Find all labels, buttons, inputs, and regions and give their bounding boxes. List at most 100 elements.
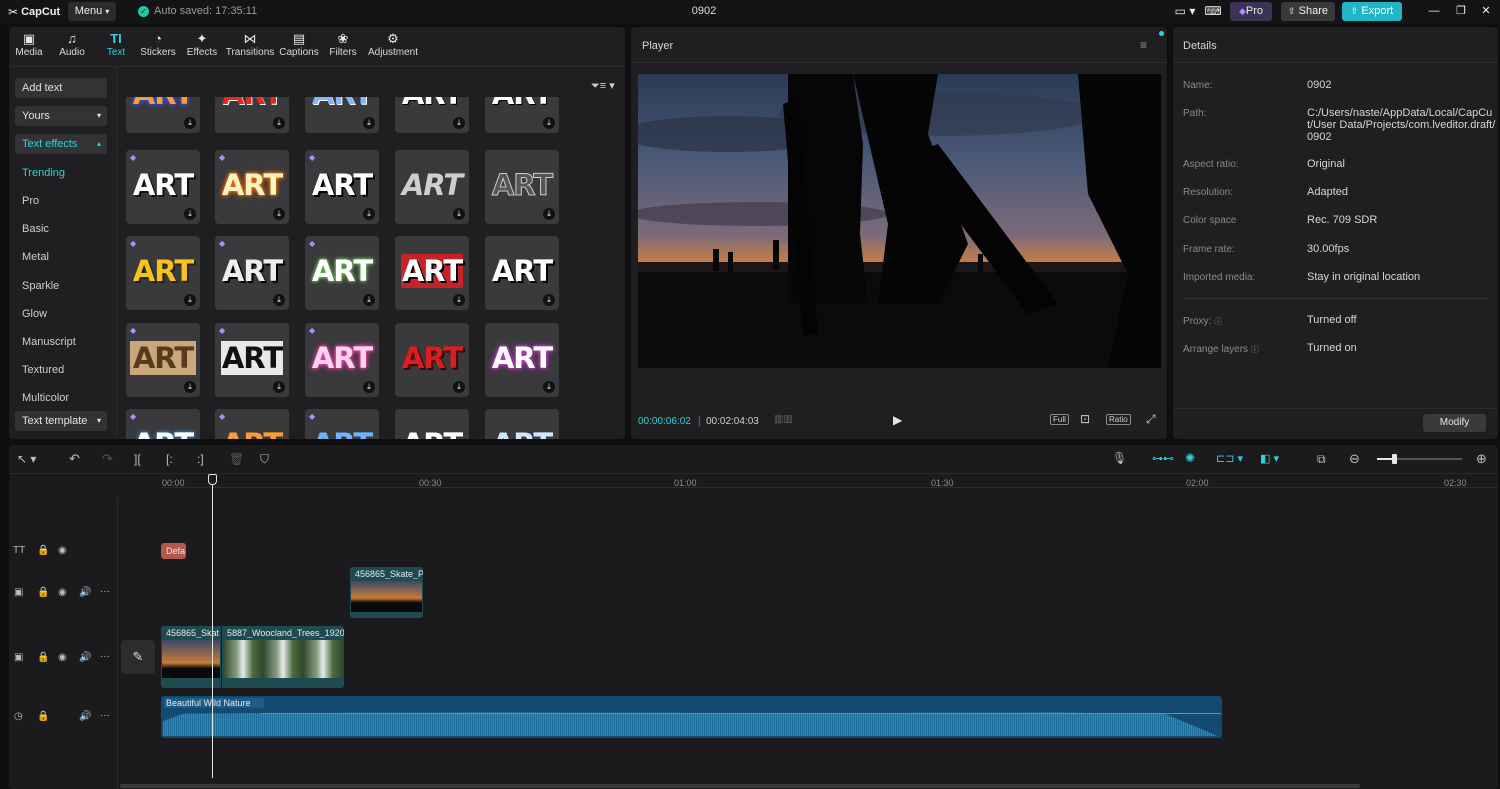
- effect-tile[interactable]: ◆ART: [215, 409, 289, 439]
- effect-tile[interactable]: ART⤓: [215, 97, 289, 133]
- zoom-slider[interactable]: [1377, 454, 1462, 464]
- lock-icon[interactable]: 🔒: [37, 587, 49, 598]
- full-quality-button[interactable]: Full: [1050, 414, 1069, 425]
- download-icon[interactable]: ⤓: [453, 294, 465, 306]
- shield-icon[interactable]: ⛉: [260, 452, 269, 467]
- effect-tile[interactable]: ART: [395, 409, 469, 439]
- effect-tile[interactable]: ART⤓: [485, 236, 559, 310]
- select-tool-icon[interactable]: ↖ ▾: [17, 452, 36, 466]
- timecode-grid-icon[interactable]: ▥▥: [774, 414, 793, 425]
- sidebar-item-glow[interactable]: Glow: [22, 308, 47, 320]
- effect-tile[interactable]: ◆ ART ⤓: [126, 150, 200, 224]
- effect-tile[interactable]: ART⤓: [395, 323, 469, 397]
- download-icon[interactable]: ⤓: [363, 117, 375, 129]
- effect-tile[interactable]: ◆ ART ⤓: [305, 323, 379, 397]
- download-icon[interactable]: ⤓: [363, 294, 375, 306]
- effect-tile[interactable]: ART⤓: [395, 150, 469, 224]
- add-text-button[interactable]: Add text: [15, 78, 107, 98]
- download-icon[interactable]: ⤓: [543, 294, 555, 306]
- share-button[interactable]: ⇪ Share: [1281, 2, 1335, 21]
- audio-clip[interactable]: Beautiful Wild Nature: [161, 696, 1222, 738]
- download-icon[interactable]: ⤓: [273, 294, 285, 306]
- sidebar-item-sparkle[interactable]: Sparkle: [22, 280, 59, 292]
- effect-tile[interactable]: ◆ ART ⤓: [215, 236, 289, 310]
- layout-icon[interactable]: ▭ ▾: [1170, 2, 1200, 21]
- effect-tile[interactable]: ART⤓: [305, 97, 379, 133]
- trim-left-icon[interactable]: [:: [166, 452, 173, 466]
- zoom-fit-icon[interactable]: ⊡: [1080, 412, 1090, 426]
- download-icon[interactable]: ⤓: [273, 117, 285, 129]
- more-icon[interactable]: ···: [100, 586, 110, 597]
- tab-captions[interactable]: ▤ Captions: [275, 31, 323, 58]
- effect-tile[interactable]: ◆ ART ⤓: [126, 323, 200, 397]
- yours-dropdown[interactable]: Yours ▾: [15, 106, 107, 126]
- eye-icon[interactable]: ◉: [58, 587, 67, 598]
- download-icon[interactable]: ⤓: [453, 381, 465, 393]
- tab-audio[interactable]: ♫ Audio: [48, 31, 96, 58]
- sidebar-item-manuscript[interactable]: Manuscript: [22, 336, 76, 348]
- download-icon[interactable]: ⤓: [363, 208, 375, 220]
- sidebar-item-basic[interactable]: Basic: [22, 223, 49, 235]
- effect-tile[interactable]: ◆ART: [305, 409, 379, 439]
- download-icon[interactable]: ⤓: [543, 117, 555, 129]
- effect-tile[interactable]: ◆ ART ⤓: [215, 150, 289, 224]
- playhead[interactable]: [208, 474, 217, 778]
- tab-transitions[interactable]: ⋈ Transitions: [225, 31, 275, 58]
- effect-tile[interactable]: ART: [485, 409, 559, 439]
- modify-button[interactable]: Modify: [1423, 414, 1486, 432]
- captions-toggle-icon[interactable]: ⧉: [1317, 452, 1326, 467]
- tab-filters[interactable]: ❀ Filters: [319, 31, 367, 58]
- more-icon[interactable]: ···: [100, 651, 110, 662]
- edit-cover-button[interactable]: ✎: [121, 640, 155, 674]
- effect-tile[interactable]: ◆ ART ⤓: [215, 323, 289, 397]
- ratio-button[interactable]: Ratio: [1106, 414, 1131, 425]
- tab-effects[interactable]: ✦ Effects: [178, 31, 226, 58]
- effect-tile[interactable]: ◆ ART ⤓: [305, 236, 379, 310]
- redo-icon[interactable]: ↷: [102, 451, 113, 467]
- sidebar-item-textured[interactable]: Textured: [22, 364, 64, 376]
- playhead-handle[interactable]: [208, 474, 217, 485]
- fullscreen-icon[interactable]: ⤢: [1146, 412, 1156, 427]
- info-icon[interactable]: ⓘ: [1251, 345, 1259, 354]
- filter-sort-icon[interactable]: ⏷≡ ▾: [591, 79, 615, 93]
- minimize-button[interactable]: —: [1424, 2, 1444, 21]
- download-icon[interactable]: ⤓: [363, 381, 375, 393]
- effect-tile[interactable]: ART⤓: [485, 97, 559, 133]
- delete-icon[interactable]: 🗑: [229, 452, 244, 466]
- pro-button[interactable]: ◆Pro: [1230, 2, 1272, 21]
- download-icon[interactable]: ⤓: [184, 294, 196, 306]
- zoom-out-icon[interactable]: ⊖: [1349, 451, 1360, 467]
- effect-tile[interactable]: ART⤓: [395, 97, 469, 133]
- lock-icon[interactable]: 🔒: [37, 711, 49, 722]
- maximize-button[interactable]: ❐: [1451, 2, 1471, 21]
- link-clips-icon[interactable]: ⊶⊷: [1152, 452, 1174, 465]
- tab-media[interactable]: ▣ Media: [5, 31, 53, 58]
- magnet-icon[interactable]: ✺: [1185, 451, 1195, 465]
- zoom-slider-knob[interactable]: [1392, 454, 1397, 464]
- download-icon[interactable]: ⤓: [184, 381, 196, 393]
- preview-axis-icon[interactable]: ◧ ▾: [1260, 452, 1279, 465]
- download-icon[interactable]: ⤓: [543, 208, 555, 220]
- tab-adjustment[interactable]: ⚙ Adjustment: [366, 31, 420, 58]
- more-icon[interactable]: ···: [100, 710, 110, 721]
- sidebar-item-metal[interactable]: Metal: [22, 251, 49, 263]
- split-icon[interactable]: ][: [134, 452, 141, 466]
- effect-tile[interactable]: ART⤓: [485, 150, 559, 224]
- trim-right-icon[interactable]: :]: [197, 452, 204, 466]
- menu-button[interactable]: Menu ▾: [68, 2, 116, 21]
- tab-stickers[interactable]: ◔ Stickers: [134, 31, 182, 58]
- download-icon[interactable]: ⤓: [543, 381, 555, 393]
- sidebar-item-pro[interactable]: Pro: [22, 195, 39, 207]
- play-button[interactable]: ▶: [893, 413, 902, 427]
- auto-snap-icon[interactable]: ⊏⊐ ▾: [1216, 452, 1243, 465]
- download-icon[interactable]: ⤓: [453, 208, 465, 220]
- effect-tile[interactable]: ◆ART: [126, 409, 200, 439]
- sidebar-item-multicolor[interactable]: Multicolor: [22, 392, 69, 404]
- volume-icon[interactable]: 🔊: [79, 711, 91, 722]
- download-icon[interactable]: ⤓: [273, 381, 285, 393]
- lock-icon[interactable]: 🔒: [37, 545, 49, 556]
- download-icon[interactable]: ⤓: [453, 117, 465, 129]
- microphone-icon[interactable]: 🎙: [1112, 451, 1127, 465]
- sidebar-item-trending[interactable]: Trending: [22, 167, 65, 179]
- export-button[interactable]: ⇧ Export: [1342, 2, 1402, 21]
